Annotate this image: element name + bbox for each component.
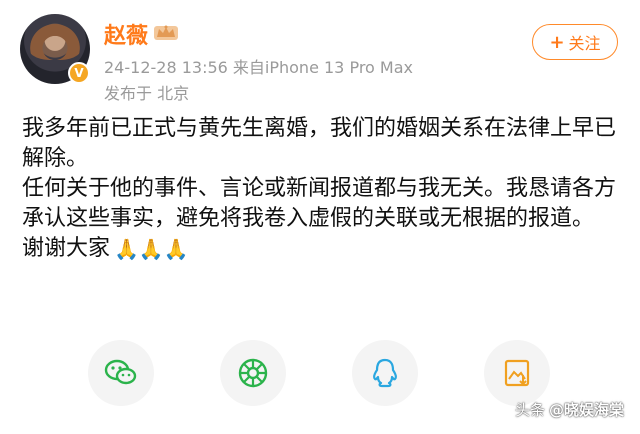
post-paragraph-1: 我多年前已正式与黄先生离婚，我们的婚姻关系在法律上早已解除。 [22,116,617,171]
username[interactable]: 赵薇 [104,18,148,50]
watermark-prefix: 头条 [514,401,545,419]
watermark: 头条 @晓娱海棠 [515,399,624,420]
follow-label: 关注 [568,34,601,53]
post-location: 发布于 北京 [104,84,190,103]
crown-icon [154,25,178,40]
share-moments-button[interactable] [220,340,286,406]
wechat-icon [104,359,137,385]
post-paragraph-2: 任何关于他的事件、言论或新闻报道都与我无关。我恳请各方承认这些事实，避免将我卷入… [22,176,617,231]
follow-button[interactable]: + 关注 [532,24,618,60]
post-content: 我多年前已正式与黄先生离婚，我们的婚姻关系在法律上早已解除。 任何关于他的事件、… [22,114,622,264]
save-image-button[interactable] [484,340,550,406]
post-timestamp-source: 24-12-28 13:56 来自iPhone 13 Pro Max [104,58,413,77]
post-thanks-line: 谢谢大家 🙏🙏🙏 [22,234,622,264]
verified-badge-icon: V [68,62,90,84]
moments-icon [238,358,268,388]
share-qq-button[interactable] [352,340,418,406]
save-image-icon [504,359,530,387]
weibo-post: V 赵薇 24-12-28 13:56 来自iPhone 13 Pro Max … [0,0,640,434]
thanks-text: 谢谢大家 [22,236,111,261]
praying-hands-icon: 🙏🙏🙏 [114,237,189,261]
plus-icon: + [549,31,565,53]
qq-icon [373,358,397,388]
watermark-handle: @晓娱海棠 [548,401,624,419]
share-wechat-button[interactable] [88,340,154,406]
